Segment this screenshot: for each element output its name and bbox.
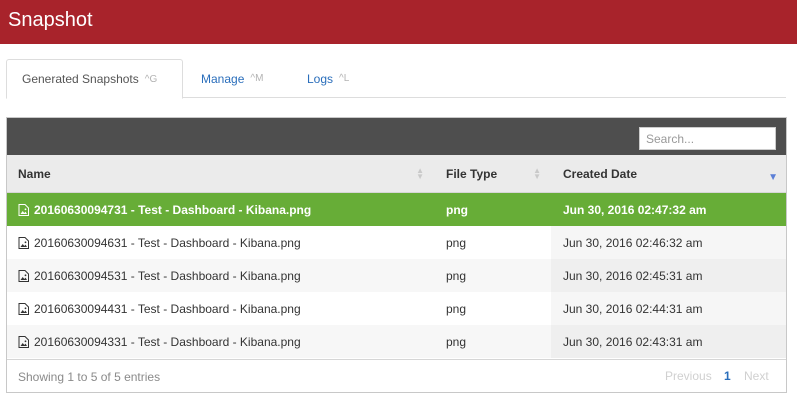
app-title: Snapshot <box>8 9 93 31</box>
previous-page-button[interactable]: Previous <box>665 369 712 383</box>
entries-info: Showing 1 to 5 of 5 entries <box>18 370 161 384</box>
tab-shortcut: ^G <box>144 73 158 85</box>
sort-both-icon: ▲ ▼ <box>416 166 424 181</box>
file-type: png <box>446 301 467 316</box>
created-date: Jun 30, 2016 02:46:32 am <box>551 226 786 259</box>
image-file-icon <box>18 302 29 315</box>
table-toolbar <box>7 118 786 155</box>
page-1-button[interactable]: 1 <box>724 369 731 383</box>
table-row[interactable]: 20160630094531 - Test - Dashboard - Kiba… <box>7 259 786 292</box>
image-file-icon <box>18 203 29 216</box>
file-type: png <box>446 235 467 250</box>
table-row[interactable]: 20160630094331 - Test - Dashboard - Kiba… <box>7 325 786 358</box>
tab-shortcut: ^L <box>339 73 350 84</box>
file-name: 20160630094431 - Test - Dashboard - Kiba… <box>34 301 301 316</box>
tab-label: Manage <box>201 71 245 86</box>
sort-both-icon: ▲ ▼ <box>533 166 541 181</box>
created-date: Jun 30, 2016 02:44:31 am <box>551 292 786 325</box>
image-file-icon <box>18 335 29 348</box>
tab-manage[interactable]: Manage ^M <box>201 59 263 98</box>
image-file-icon <box>18 269 29 282</box>
next-page-button[interactable]: Next <box>744 369 769 383</box>
tab-label: Generated Snapshots <box>22 72 139 86</box>
table-footer: Showing 1 to 5 of 5 entries Previous 1 N… <box>7 359 786 392</box>
table-header: Name ▲ ▼ File Type ▲ ▼ Created Date ▼ <box>7 155 786 193</box>
table-row[interactable]: 20160630094631 - Test - Dashboard - Kiba… <box>7 226 786 259</box>
search-input[interactable] <box>639 127 776 150</box>
file-name: 20160630094331 - Test - Dashboard - Kiba… <box>34 334 301 349</box>
snapshot-table-panel: Name ▲▼ File Type ▲▼ Created Date ▼ 2016… <box>6 117 787 393</box>
image-file-icon <box>18 236 29 249</box>
created-date: Jun 30, 2016 02:45:31 am <box>551 259 786 292</box>
column-header-created-date[interactable]: Created Date ▼ <box>551 155 786 193</box>
file-type: png <box>446 334 467 349</box>
tab-logs[interactable]: Logs ^L <box>307 59 349 98</box>
tab-label: Logs <box>307 71 334 86</box>
file-type: png <box>446 202 468 217</box>
created-date: Jun 30, 2016 02:47:32 am <box>551 193 786 226</box>
file-name: 20160630094631 - Test - Dashboard - Kiba… <box>34 235 301 250</box>
table-row[interactable]: 20160630094431 - Test - Dashboard - Kiba… <box>7 292 786 325</box>
app-header: Snapshot <box>0 0 797 44</box>
tab-shortcut: ^M <box>250 73 264 84</box>
column-header-name[interactable]: Name ▲ ▼ <box>7 155 434 193</box>
tab-bar: Generated Snapshots ^G Manage ^M Logs ^L <box>6 59 786 99</box>
created-date: Jun 30, 2016 02:43:31 am <box>551 325 786 358</box>
file-name: 20160630094531 - Test - Dashboard - Kiba… <box>34 268 301 283</box>
file-type: png <box>446 268 467 283</box>
file-name: 20160630094731 - Test - Dashboard - Kiba… <box>34 202 312 217</box>
table-row[interactable]: 20160630094731 - Test - Dashboard - Kiba… <box>7 193 786 226</box>
tab-generated-snapshots[interactable]: Generated Snapshots ^G <box>6 59 183 99</box>
column-header-file-type[interactable]: File Type ▲ ▼ <box>434 155 551 193</box>
sort-desc-icon: ▼ <box>768 172 778 183</box>
